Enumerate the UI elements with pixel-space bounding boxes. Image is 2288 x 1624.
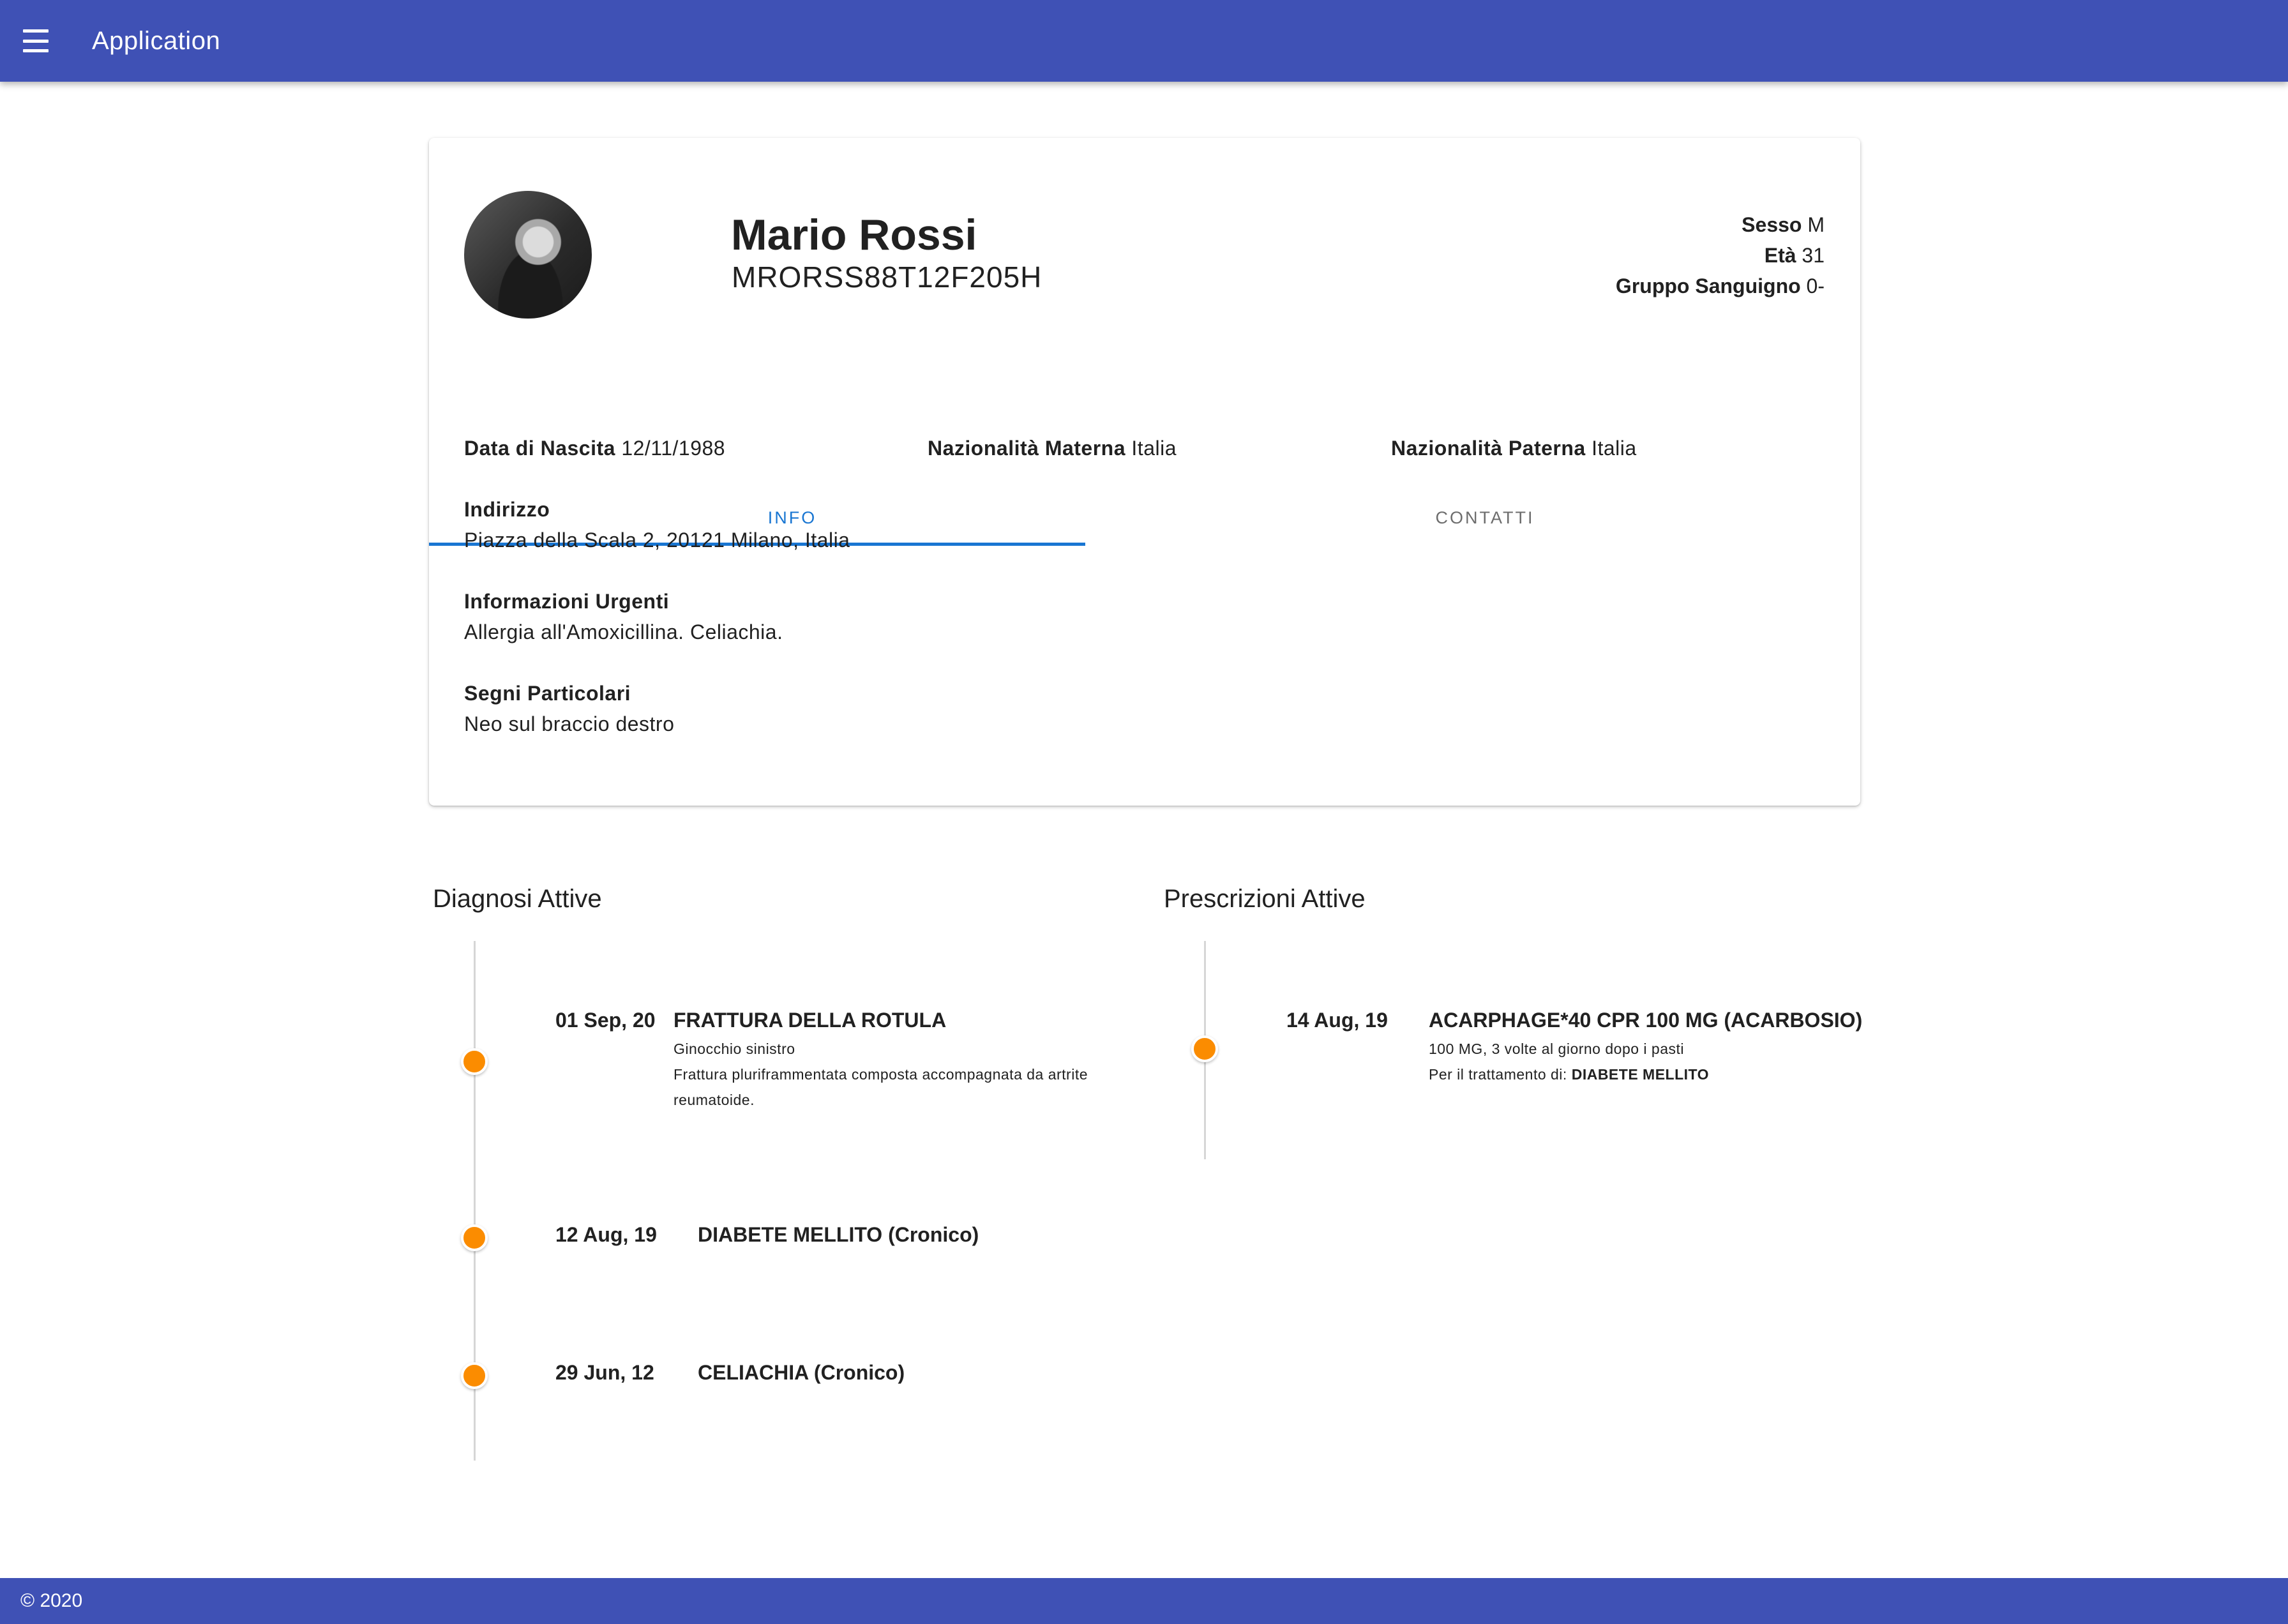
blood-group-row: Gruppo Sanguigno 0-: [1616, 271, 1825, 301]
footer: © 2020: [0, 1578, 2288, 1624]
prescription-date: 14 Aug, 19: [1286, 1009, 1388, 1032]
diagnosis-date: 29 Jun, 12: [555, 1361, 654, 1384]
timeline-dot: [461, 1048, 488, 1075]
diagnosis-detail: Frattura pluriframmentata composta accom…: [674, 1066, 1088, 1083]
urgent-info-value: Allergia all'Amoxicillina. Celiachia.: [464, 620, 783, 643]
diagnosis-date: 12 Aug, 19: [555, 1223, 657, 1246]
address-value: Piazza della Scala 2, 20121 Milano, Ital…: [464, 529, 850, 552]
patient-vitals: Sesso M Età 31 Gruppo Sanguigno 0-: [1616, 209, 1825, 301]
address-field: Indirizzo Piazza della Scala 2, 20121 Mi…: [464, 494, 850, 555]
paternal-nationality-label: Nazionalità Paterna: [1391, 437, 1586, 460]
patient-card: Mario Rossi MRORSS88T12F205H Sesso M Età…: [429, 138, 1860, 806]
active-diagnoses-title: Diagnosi Attive: [433, 885, 602, 913]
diagnosis-title: FRATTURA DELLA ROTULA: [674, 1009, 947, 1032]
maternal-nationality-value: Italia: [1131, 437, 1177, 460]
diagnosis-title: DIABETE MELLITO (Cronico): [698, 1223, 979, 1246]
timeline-dot: [461, 1362, 488, 1389]
prescription-dosage: 100 MG, 3 volte al giorno dopo i pasti: [1429, 1041, 1685, 1057]
diagnosis-date: 01 Sep, 20: [555, 1009, 656, 1032]
paternal-nationality-value: Italia: [1592, 437, 1637, 460]
maternal-nationality-label: Nazionalità Materna: [928, 437, 1126, 460]
prescription-treatment: Per il trattamento di: DIABETE MELLITO: [1429, 1062, 1709, 1087]
patient-avatar: [464, 191, 592, 319]
app-bar: Application: [0, 0, 2288, 82]
blood-group-value: 0-: [1806, 274, 1825, 297]
tab-contatti[interactable]: CONTATTI: [1145, 489, 1825, 546]
hamburger-menu-icon[interactable]: [19, 26, 52, 56]
birth-date-field: Data di Nascita 12/11/1988: [464, 433, 725, 463]
distinguishing-marks-label: Segni Particolari: [464, 682, 631, 705]
treatment-label: Per il trattamento di:: [1429, 1066, 1567, 1083]
sex-row: Sesso M: [1616, 209, 1825, 240]
distinguishing-marks-value: Neo sul braccio destro: [464, 712, 675, 735]
paternal-nationality-field: Nazionalità Paterna Italia: [1391, 433, 1637, 463]
patient-name: Mario Rossi: [731, 211, 977, 259]
urgent-info-label: Informazioni Urgenti: [464, 590, 670, 613]
birth-date-value: 12/11/1988: [621, 437, 726, 460]
timeline-dot: [1191, 1035, 1218, 1062]
birth-date-label: Data di Nascita: [464, 437, 615, 460]
distinguishing-marks-field: Segni Particolari Neo sul braccio destro: [464, 678, 674, 739]
urgent-info-field: Informazioni Urgenti Allergia all'Amoxic…: [464, 586, 783, 647]
age-value: 31: [1802, 244, 1825, 267]
diagnosis-title: CELIACHIA (Cronico): [698, 1361, 905, 1384]
diagnosis-detail: Ginocchio sinistro: [674, 1041, 795, 1057]
maternal-nationality-field: Nazionalità Materna Italia: [928, 433, 1177, 463]
age-label: Età: [1764, 244, 1796, 267]
active-prescriptions-title: Prescrizioni Attive: [1164, 885, 1366, 913]
address-label: Indirizzo: [464, 498, 550, 521]
timeline-dot: [461, 1224, 488, 1251]
sex-label: Sesso: [1742, 213, 1802, 236]
prescription-title: ACARPHAGE*40 CPR 100 MG (ACARBOSIO): [1429, 1009, 1863, 1032]
patient-fiscal-code: MRORSS88T12F205H: [732, 260, 1042, 294]
diagnosis-detail: reumatoide.: [674, 1092, 755, 1108]
blood-group-label: Gruppo Sanguigno: [1615, 274, 1801, 297]
sex-value: M: [1807, 213, 1825, 236]
app-title: Application: [92, 27, 221, 55]
age-row: Età 31: [1616, 240, 1825, 271]
treatment-value: DIABETE MELLITO: [1571, 1066, 1710, 1083]
